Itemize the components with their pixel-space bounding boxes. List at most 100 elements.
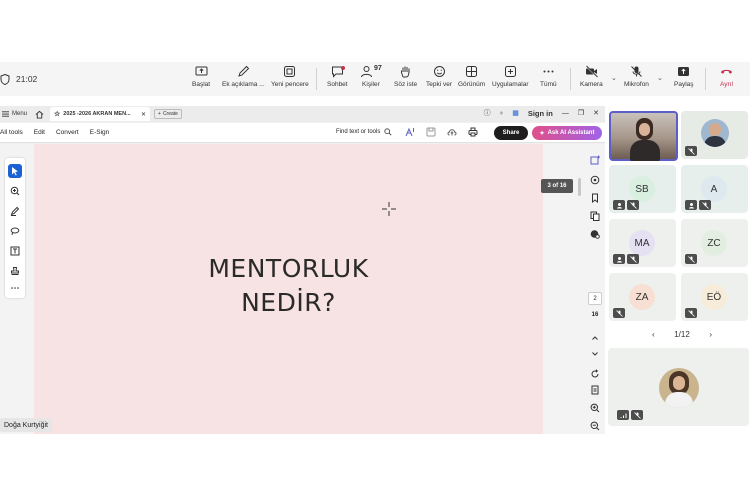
zoom-out-icon[interactable]	[590, 418, 600, 431]
restore-icon[interactable]: ❐	[578, 109, 584, 117]
pdf-document-tab[interactable]: ☆ 2025 -2026 AKRAN MEN... ✕	[50, 107, 151, 121]
pdf-tab-strip: Menu ☆ 2025 -2026 AKRAN MEN... ✕ + Creat…	[0, 106, 605, 122]
participant-tile[interactable]: EÖ	[681, 273, 748, 321]
meeting-timer: 21:02	[0, 72, 37, 86]
self-view-tile[interactable]	[608, 348, 749, 426]
help-icon[interactable]: ⓘ	[484, 108, 491, 118]
current-page-input[interactable]: 2	[588, 292, 602, 305]
page-down-chevron-icon[interactable]	[590, 346, 600, 356]
lasso-icon	[10, 227, 20, 236]
text-box-icon	[10, 246, 20, 256]
participant-tile[interactable]: ZA	[609, 273, 676, 321]
mic-off-icon	[631, 66, 642, 77]
camera-options-chevron-icon[interactable]: ⌄	[611, 74, 617, 82]
create-tab-button[interactable]: + Create	[154, 109, 182, 119]
spotlight-icon	[685, 200, 697, 210]
hamburger-icon	[2, 111, 9, 117]
print-icon[interactable]	[468, 127, 478, 137]
text-tool[interactable]	[8, 244, 22, 258]
draw-tool[interactable]	[8, 224, 22, 238]
share-content-button[interactable]: Paylaş	[674, 65, 694, 95]
protect-icon[interactable]	[590, 226, 600, 239]
mic-options-chevron-icon[interactable]: ⌄	[657, 74, 663, 82]
annotation-button[interactable]: Ek açıklama ...	[222, 65, 265, 95]
more-tools-icon[interactable]	[8, 281, 22, 295]
pdf-tool-icons	[405, 127, 478, 137]
new-window-button[interactable]: Yeni pencere	[271, 65, 309, 95]
chat-button[interactable]: Sohbet	[327, 65, 348, 95]
mic-off-icon	[685, 308, 697, 318]
upload-cloud-icon[interactable]	[447, 127, 457, 137]
select-tool[interactable]	[8, 164, 22, 178]
rotate-icon[interactable]	[590, 366, 600, 378]
page-up-chevron-icon[interactable]	[590, 330, 600, 340]
fit-page-icon[interactable]	[590, 382, 600, 395]
vertical-scrollbar[interactable]	[578, 178, 581, 196]
meeting-toolbar: 21:02 Başlat Ek açıklama ... Yeni pencer…	[0, 62, 750, 96]
bookmark-icon[interactable]	[590, 190, 600, 204]
copy-pages-icon[interactable]	[590, 208, 600, 221]
slide-title-line-1: MENTORLUK	[208, 254, 369, 283]
people-count: 97	[374, 65, 382, 72]
bell-icon[interactable]: ♦	[500, 110, 504, 117]
participant-tile-video[interactable]	[681, 111, 748, 159]
comments-icon[interactable]	[590, 172, 600, 185]
self-photo-avatar	[659, 368, 699, 408]
apps-grid-icon[interactable]: ▦	[512, 109, 519, 117]
save-icon[interactable]	[426, 127, 436, 137]
share-screen-icon	[195, 66, 208, 76]
shield-icon	[0, 73, 10, 85]
spotlight-icon	[613, 200, 625, 210]
ai-tools-icon[interactable]	[405, 127, 415, 137]
highlight-tool[interactable]	[8, 204, 22, 218]
apps-button[interactable]: Uygulamalar	[492, 65, 529, 95]
mic-button[interactable]: Mikrofon	[624, 65, 649, 95]
pdf-share-button[interactable]: Share	[494, 126, 528, 140]
react-button[interactable]: Tepki ver	[426, 65, 452, 95]
window-controls: ⓘ ♦ ▦ Sign in — ❐ ✕	[484, 108, 599, 118]
menu-all-tools[interactable]: All tools	[0, 129, 23, 136]
crosshair-cursor-icon	[382, 202, 396, 216]
star-icon[interactable]: ☆	[54, 110, 60, 118]
camera-off-icon	[585, 65, 598, 78]
view-button[interactable]: Görünüm	[458, 65, 485, 95]
ai-summary-icon[interactable]	[590, 152, 600, 165]
participant-tile[interactable]: A	[681, 165, 748, 213]
participant-tile[interactable]: ZC	[681, 219, 748, 267]
next-page-chevron-icon[interactable]: ›	[709, 330, 712, 339]
people-button[interactable]: 97 Kişiler	[360, 65, 382, 95]
participant-tile[interactable]: MA	[609, 219, 676, 267]
menu-edit[interactable]: Edit	[34, 129, 45, 136]
more-button[interactable]: Tümü	[540, 65, 557, 95]
zoom-in-icon[interactable]	[590, 400, 600, 413]
comment-tool[interactable]	[8, 184, 22, 198]
stamp-icon	[11, 267, 19, 275]
people-icon	[361, 66, 372, 78]
previous-page-chevron-icon[interactable]: ‹	[652, 330, 655, 339]
menu-button[interactable]: Menu	[2, 111, 27, 117]
page-indicator-badge: 3 of 16	[541, 179, 573, 193]
home-icon[interactable]	[35, 110, 44, 119]
start-share-button[interactable]: Başlat	[192, 65, 210, 95]
close-tab-icon[interactable]: ✕	[141, 111, 146, 118]
pointer-icon	[12, 167, 18, 176]
participant-avatar: ZC	[701, 230, 727, 256]
stamp-tool[interactable]	[8, 264, 22, 278]
leave-button[interactable]: Ayrıl	[720, 65, 733, 95]
menu-convert[interactable]: Convert	[56, 129, 79, 136]
tile-status-icons	[613, 200, 639, 210]
minimize-icon[interactable]: —	[562, 110, 569, 117]
raise-hand-button[interactable]: Söz iste	[394, 65, 417, 95]
add-app-icon	[504, 66, 516, 77]
close-window-icon[interactable]: ✕	[593, 109, 599, 117]
camera-button[interactable]: Kamera	[580, 65, 603, 95]
find-tools-search[interactable]: Find text or tools	[336, 128, 392, 136]
tab-title: 2025 -2026 AKRAN MEN...	[63, 111, 131, 117]
zoom-comment-icon	[10, 186, 20, 196]
menu-e-sign[interactable]: E-Sign	[90, 129, 110, 136]
participant-tile-video[interactable]	[609, 111, 678, 161]
participant-tile[interactable]: SB	[609, 165, 676, 213]
sign-in-link[interactable]: Sign in	[528, 109, 553, 118]
ask-ai-assistant-button[interactable]: ✦ Ask AI Assistant	[532, 126, 602, 140]
presenter-name-tag: Doğa Kurtyiğit	[0, 418, 52, 432]
